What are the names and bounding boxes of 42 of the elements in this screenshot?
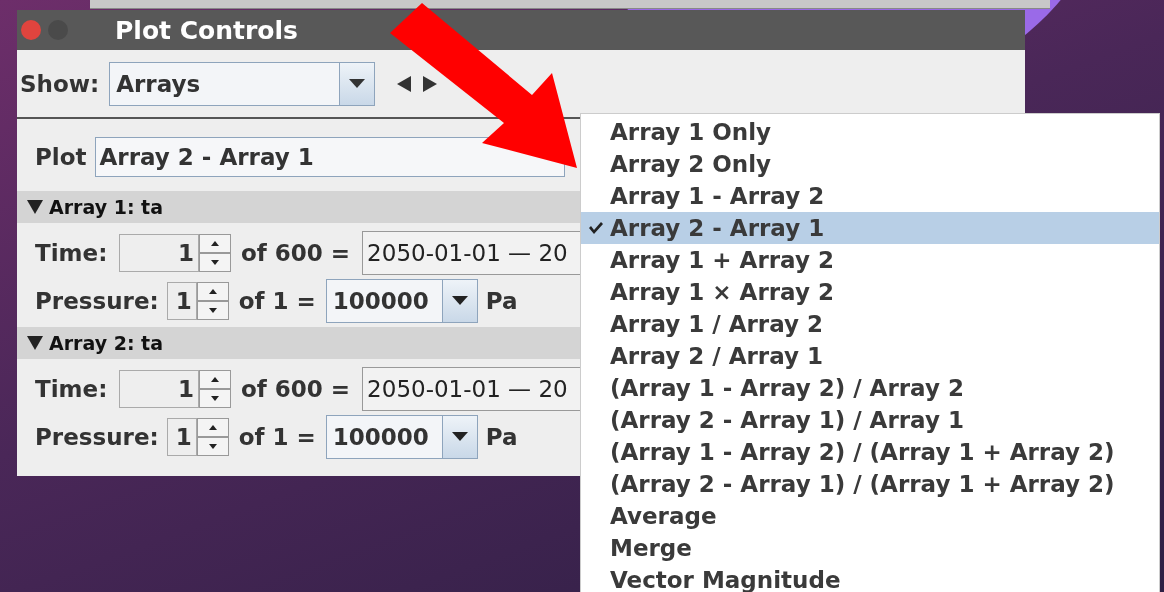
plot-label: Plot: [35, 144, 87, 170]
pressure-label: Pressure:: [35, 288, 159, 314]
time-field[interactable]: 1: [119, 234, 199, 272]
plot-field[interactable]: Array 2 - Array 1: [94, 137, 565, 177]
caret-icon: [349, 78, 366, 89]
spinner[interactable]: [199, 234, 231, 272]
menu-item[interactable]: Merge: [581, 532, 1159, 564]
menu-item[interactable]: Array 1 × Array 2: [581, 276, 1159, 308]
right-triangle-icon[interactable]: [423, 75, 438, 92]
caret-icon: [451, 432, 468, 442]
pressure-label: Pressure:: [35, 424, 159, 450]
menu-item[interactable]: (Array 2 - Array 1) / (Array 1 + Array 2): [581, 468, 1159, 500]
pressure-field[interactable]: 1: [166, 282, 197, 320]
unit-label: Pa: [485, 424, 518, 450]
section-title: Array 2: ta: [49, 332, 164, 354]
menu-item[interactable]: Array 2 - Array 1: [581, 212, 1159, 244]
show-dropdown[interactable]: Arrays: [109, 61, 376, 106]
menu-item[interactable]: (Array 1 - Array 2) / (Array 1 + Array 2): [581, 436, 1159, 468]
pressure-dropdown[interactable]: 100000: [325, 279, 478, 323]
time-count-text: of 600 =: [241, 240, 351, 266]
section-title: Array 1: ta: [49, 196, 164, 218]
spinner[interactable]: [196, 418, 229, 456]
show-label: Show:: [20, 70, 100, 97]
time-label: Time:: [35, 376, 109, 402]
expanded-triangle-icon: [27, 200, 43, 214]
pressure-count-text: of 1 =: [238, 288, 316, 314]
left-triangle-icon[interactable]: [397, 75, 412, 92]
time-field[interactable]: 1: [119, 370, 199, 408]
menu-item[interactable]: Average: [581, 500, 1159, 532]
expanded-triangle-icon: [27, 336, 43, 350]
unit-label: Pa: [485, 288, 518, 314]
pressure-count-text: of 1 =: [238, 424, 316, 450]
time-label: Time:: [35, 240, 109, 266]
pressure-dropdown[interactable]: 100000: [325, 415, 478, 459]
pressure-field[interactable]: 1: [166, 418, 197, 456]
menu-item[interactable]: Array 1 Only: [581, 116, 1159, 148]
spinner[interactable]: [196, 282, 229, 320]
spinner[interactable]: [199, 370, 231, 408]
time-count-text: of 600 =: [241, 376, 351, 402]
menu-item[interactable]: Array 2 Only: [581, 148, 1159, 180]
window-title: Plot Controls: [115, 15, 298, 45]
caret-icon: [451, 296, 468, 306]
